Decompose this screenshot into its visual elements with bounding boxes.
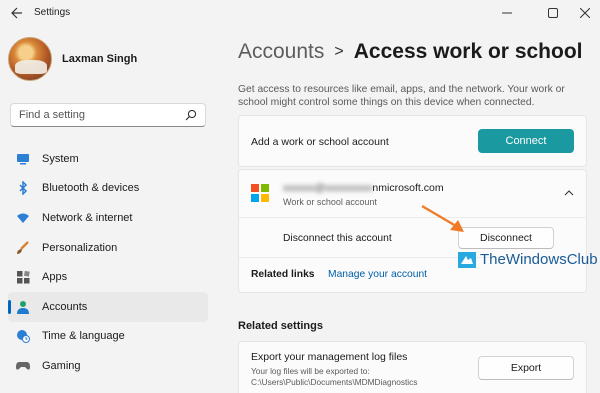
export-description: Your log files will be exported to: C:\U… xyxy=(251,366,418,387)
connect-button[interactable]: Connect xyxy=(478,129,574,153)
sidebar-item-bluetooth[interactable]: Bluetooth & devices xyxy=(8,174,208,204)
breadcrumb-parent[interactable]: Accounts xyxy=(238,40,324,64)
breadcrumb: Accounts > Access work or school xyxy=(238,40,583,64)
sidebar-item-label: System xyxy=(42,152,79,165)
export-title: Export your management log files xyxy=(251,351,408,363)
sidebar-item-network[interactable]: Network & internet xyxy=(8,203,208,233)
disconnect-button[interactable]: Disconnect xyxy=(458,227,554,249)
back-arrow-icon[interactable] xyxy=(8,4,26,22)
annotation-arrow-icon xyxy=(421,205,464,232)
breadcrumb-separator: > xyxy=(334,43,344,60)
search-icon[interactable] xyxy=(185,109,197,121)
person-icon xyxy=(16,300,30,314)
avatar xyxy=(8,37,52,81)
export-logs-card: Export your management log files Your lo… xyxy=(238,341,587,393)
minimize-icon[interactable] xyxy=(492,0,522,26)
related-links-label: Related links xyxy=(251,269,315,280)
sidebar-item-label: Accounts xyxy=(42,300,88,313)
watermark: TheWindowsClub xyxy=(458,251,598,268)
sidebar-item-label: Time & language xyxy=(42,330,125,343)
wifi-icon xyxy=(16,211,30,225)
sidebar-item-time-language[interactable]: Time & language xyxy=(8,322,208,352)
disconnect-label: Disconnect this account xyxy=(283,233,392,244)
sidebar-item-apps[interactable]: Apps xyxy=(8,262,208,292)
page-description: Get access to resources like email, apps… xyxy=(238,84,565,108)
sidebar-item-label: Personalization xyxy=(42,241,118,254)
maximize-icon[interactable] xyxy=(538,0,568,26)
monitor-icon xyxy=(16,152,30,166)
manage-account-link[interactable]: Manage your account xyxy=(328,269,427,280)
search-box[interactable] xyxy=(10,103,206,127)
page-title: Access work or school xyxy=(353,40,583,63)
app-title: Settings xyxy=(34,7,71,18)
account-email: xxxxxx@xxxxxxxxxnmicrosoft.com xyxy=(283,182,444,194)
account-type: Work or school account xyxy=(283,197,377,207)
export-button[interactable]: Export xyxy=(478,356,574,380)
sidebar-item-label: Bluetooth & devices xyxy=(42,182,140,195)
email-domain: nmicrosoft.com xyxy=(372,182,444,194)
title-bar: Settings xyxy=(0,0,600,26)
close-icon[interactable] xyxy=(570,0,600,26)
chevron-up-icon[interactable] xyxy=(564,188,574,198)
apps-icon xyxy=(16,270,30,284)
redacted-email: xxxxxx@xxxxxxxxx xyxy=(283,182,373,194)
account-card: xxxxxx@xxxxxxxxxnmicrosoft.com Work or s… xyxy=(238,169,587,293)
add-account-card: Add a work or school account Connect xyxy=(238,115,587,167)
profile-name: Laxman Singh xyxy=(62,53,138,65)
sidebar-item-system[interactable]: System xyxy=(8,144,208,174)
add-account-label: Add a work or school account xyxy=(251,136,389,148)
brush-icon xyxy=(16,240,30,255)
related-settings-heading: Related settings xyxy=(238,320,323,332)
sidebar-item-label: Gaming xyxy=(42,359,81,372)
sidebar-item-label: Apps xyxy=(42,271,68,284)
microsoft-logo-icon xyxy=(251,184,269,202)
sidebar-nav: System Bluetooth & devices Network & int… xyxy=(8,144,208,381)
account-header[interactable]: xxxxxx@xxxxxxxxxnmicrosoft.com Work or s… xyxy=(239,170,586,218)
user-profile[interactable]: Laxman Singh xyxy=(8,37,137,81)
watermark-logo-icon xyxy=(458,251,476,268)
gamepad-icon xyxy=(16,359,30,373)
globe-clock-icon xyxy=(16,329,30,344)
search-input[interactable] xyxy=(19,109,179,121)
sidebar-item-label: Network & internet xyxy=(42,211,133,224)
sidebar-item-personalization[interactable]: Personalization xyxy=(8,233,208,263)
bluetooth-icon xyxy=(16,181,30,196)
watermark-text: TheWindowsClub xyxy=(480,251,598,268)
sidebar-item-gaming[interactable]: Gaming xyxy=(8,351,208,381)
sidebar-item-accounts[interactable]: Accounts xyxy=(8,291,208,322)
